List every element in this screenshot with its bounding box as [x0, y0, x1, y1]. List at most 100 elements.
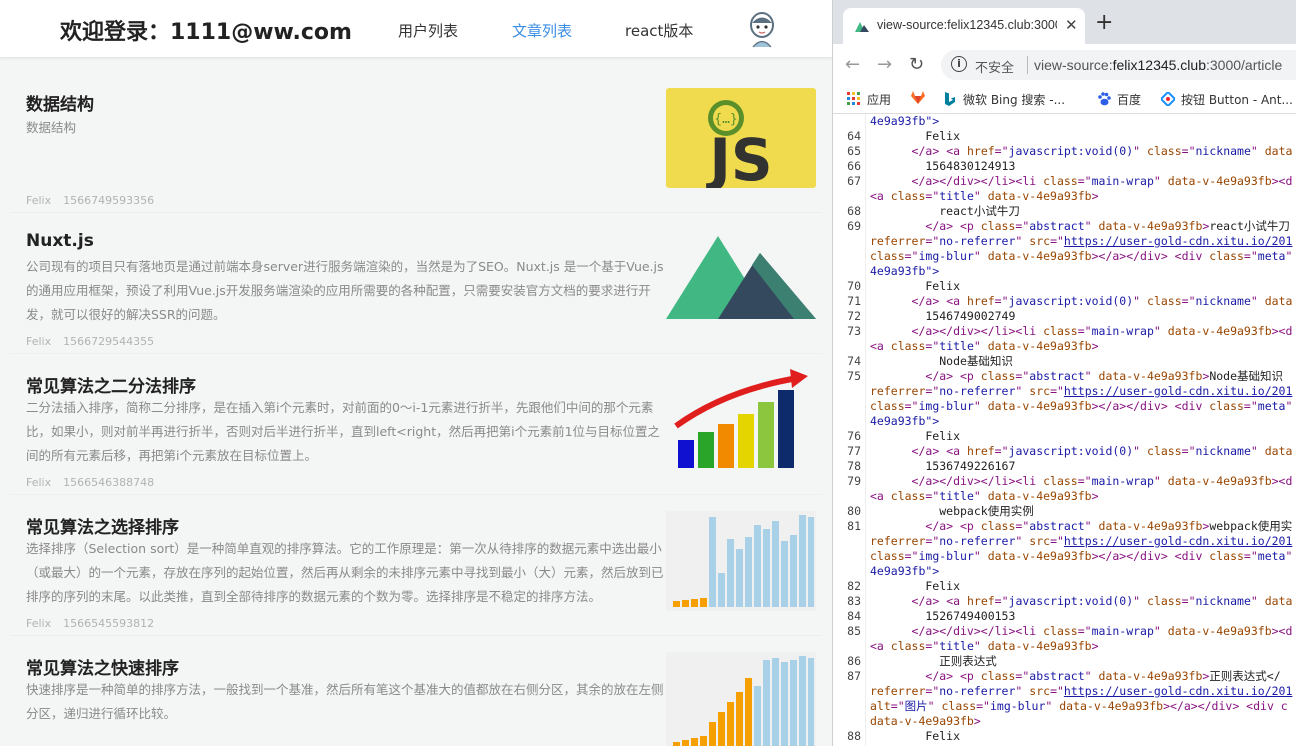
source-line: 78 1536749226167 — [833, 459, 1296, 474]
view-source-content[interactable]: 4e9a93fb"> 64 Felix 65 </a> <a href="javas… — [833, 114, 1296, 746]
source-code: </a> <a href="javascript:void(0)" class=… — [911, 444, 1293, 458]
quick-sort-thumbnail[interactable] — [666, 652, 816, 746]
source-line: 69 </a> <p class="abstract" data-v-4e9a9… — [833, 219, 1296, 234]
article-item[interactable]: Nuxt.js 公司现有的项目只有落地页是通过前端本身server进行服务端渲染… — [10, 213, 822, 354]
reload-icon[interactable]: ↻ — [909, 54, 924, 76]
ant-design-icon — [1161, 92, 1175, 106]
source-line: class="img-blur" data-v-4e9a93fb></a></d… — [833, 399, 1296, 414]
nav-user-list[interactable]: 用户列表 — [398, 20, 458, 41]
svg-text:JS: JS — [705, 126, 772, 188]
user-avatar-icon[interactable] — [746, 10, 778, 48]
selection-sort-thumbnail[interactable] — [666, 511, 816, 611]
nav-react-version[interactable]: react版本 — [625, 20, 693, 41]
source-line: referrer="no-referrer" src="https://user… — [833, 384, 1296, 399]
source-line: class="img-blur" data-v-4e9a93fb></a></d… — [833, 249, 1296, 264]
tab-close-icon[interactable]: ✕ — [1065, 16, 1078, 34]
nuxt-logo-thumbnail[interactable] — [666, 233, 816, 333]
source-code: alt="图片" class="img-blur" data-v-4e9a93f… — [870, 699, 1288, 713]
bookmark-label: 百度 — [1117, 93, 1142, 107]
article-author[interactable]: Felix — [26, 476, 51, 489]
source-code: 1546749002749 — [870, 309, 1016, 323]
article-item[interactable]: 常见算法之二分法排序 二分法插入排序，简称二分排序，是在插入第i个元素时，对前面… — [10, 354, 822, 495]
article-item[interactable]: 常见算法之快速排序 快速排序是一种简单的排序方法，一般找到一个基准，然后所有笔这… — [10, 636, 822, 746]
blog-app: 欢迎登录：1111@ww.com 用户列表 文章列表 react版本 数据结构 … — [0, 0, 832, 746]
article-title[interactable]: Nuxt.js — [26, 231, 94, 251]
source-code: Felix — [870, 429, 961, 443]
source-line: data-v-4e9a93fb> — [833, 714, 1296, 729]
article-item[interactable]: 数据结构 数据结构 Felix 1566749593356 {…} JS — [10, 72, 822, 213]
source-line: 4e9a93fb"> — [833, 264, 1296, 279]
source-line: 83 </a> <a href="javascript:void(0)" cla… — [833, 594, 1296, 609]
article-author[interactable]: Felix — [26, 335, 51, 348]
source-line: 84 1526749400153 — [833, 609, 1296, 624]
line-number: 71 — [847, 294, 861, 308]
source-line: class="img-blur" data-v-4e9a93fb></a></d… — [833, 549, 1296, 564]
source-line: 82 Felix — [833, 579, 1296, 594]
line-number: 83 — [847, 594, 861, 608]
bookmark-gitlab[interactable] — [911, 91, 931, 106]
bookmark-label: 微软 Bing 搜索 -... — [963, 93, 1066, 107]
source-code: </a> <a href="javascript:void(0)" class=… — [911, 294, 1293, 308]
bookmark-ant-button[interactable]: 按钮 Button - Ant... — [1161, 91, 1293, 108]
source-line: 87 </a> <p class="abstract" data-v-4e9a9… — [833, 669, 1296, 684]
source-line: <a class="title" data-v-4e9a93fb> — [833, 189, 1296, 204]
source-line: 70 Felix — [833, 279, 1296, 294]
line-number: 73 — [847, 324, 861, 338]
article-meta: Felix 1566729544355 — [26, 335, 166, 348]
article-title[interactable]: 常见算法之二分法排序 — [26, 372, 196, 397]
forward-icon[interactable]: → — [877, 54, 892, 76]
bookmark-baidu[interactable]: 百度 — [1097, 91, 1141, 108]
source-code: class="img-blur" data-v-4e9a93fb></a></d… — [870, 549, 1293, 563]
insecure-label[interactable]: 不安全 — [975, 57, 1014, 76]
line-number: 64 — [847, 129, 861, 143]
bookmark-label: 应用 — [867, 93, 892, 107]
source-line: 67 </a></div></li><li class="main-wrap" … — [833, 174, 1296, 189]
source-code: Felix — [870, 129, 961, 143]
bookmark-bing[interactable]: 微软 Bing 搜索 -... — [943, 91, 1065, 108]
source-code: class="img-blur" data-v-4e9a93fb></a></d… — [870, 399, 1293, 413]
line-number: 72 — [847, 309, 861, 323]
line-number: 86 — [847, 654, 861, 668]
source-code: Node基础知识 — [870, 354, 1013, 368]
article-meta: Felix 1566545593812 — [26, 617, 166, 630]
article-author[interactable]: Felix — [26, 617, 51, 630]
source-code: </a></div></li><li class="main-wrap" dat… — [911, 624, 1293, 638]
nav-article-list[interactable]: 文章列表 — [512, 20, 572, 41]
line-number: 87 — [847, 669, 861, 683]
source-line: 64 Felix — [833, 129, 1296, 144]
growth-chart-thumbnail[interactable] — [666, 368, 816, 468]
source-code: 1526749400153 — [870, 609, 1016, 623]
url-rest: :3000/article — [1206, 57, 1283, 73]
info-icon[interactable]: i — [951, 56, 967, 72]
tab-strip: view-source:felix12345.club:3000 ✕ + — [833, 0, 1296, 44]
source-line: 4e9a93fb"> — [833, 564, 1296, 579]
article-item[interactable]: 常见算法之选择排序 选择排序（Selection sort）是一种简单直观的排序… — [10, 495, 822, 636]
address-bar[interactable]: i 不安全 view-source:felix12345.club:3000/a… — [941, 50, 1296, 80]
source-code: webpack使用实例 — [870, 504, 1034, 518]
source-code: 1564830124913 — [870, 159, 1016, 173]
source-line: 79 </a></div></li><li class="main-wrap" … — [833, 474, 1296, 489]
source-code: react小试牛刀 — [870, 204, 1020, 218]
source-line: 4e9a93fb"> — [833, 414, 1296, 429]
source-line: 73 </a></div></li><li class="main-wrap" … — [833, 324, 1296, 339]
source-code: 4e9a93fb"> — [870, 114, 940, 128]
article-title[interactable]: 数据结构 — [26, 90, 94, 115]
line-number: 69 — [847, 219, 861, 233]
top-navbar: 欢迎登录：1111@ww.com 用户列表 文章列表 react版本 — [0, 0, 832, 58]
article-author[interactable]: Felix — [26, 194, 51, 207]
address-url[interactable]: view-source:felix12345.club:3000/article — [1034, 57, 1282, 73]
url-prefix: view-source: — [1034, 57, 1113, 73]
bookmark-apps[interactable]: 应用 — [847, 91, 891, 108]
welcome-text: 欢迎登录：1111@ww.com — [60, 20, 352, 45]
article-title[interactable]: 常见算法之选择排序 — [26, 513, 179, 538]
source-code: </a> <p class="abstract" data-v-4e9a93fb… — [925, 519, 1293, 533]
new-tab-icon[interactable]: + — [1095, 12, 1113, 34]
source-line: <a class="title" data-v-4e9a93fb> — [833, 339, 1296, 354]
source-line: referrer="no-referrer" src="https://user… — [833, 684, 1296, 699]
js-logo-thumbnail[interactable]: {…} JS — [666, 88, 816, 188]
browser-tab[interactable]: view-source:felix12345.club:3000 ✕ — [843, 8, 1085, 44]
back-icon[interactable]: ← — [845, 54, 860, 76]
source-code: referrer="no-referrer" src="https://user… — [870, 384, 1293, 398]
bookmark-label: 按钮 Button - Ant... — [1181, 93, 1293, 107]
article-title[interactable]: 常见算法之快速排序 — [26, 654, 179, 679]
